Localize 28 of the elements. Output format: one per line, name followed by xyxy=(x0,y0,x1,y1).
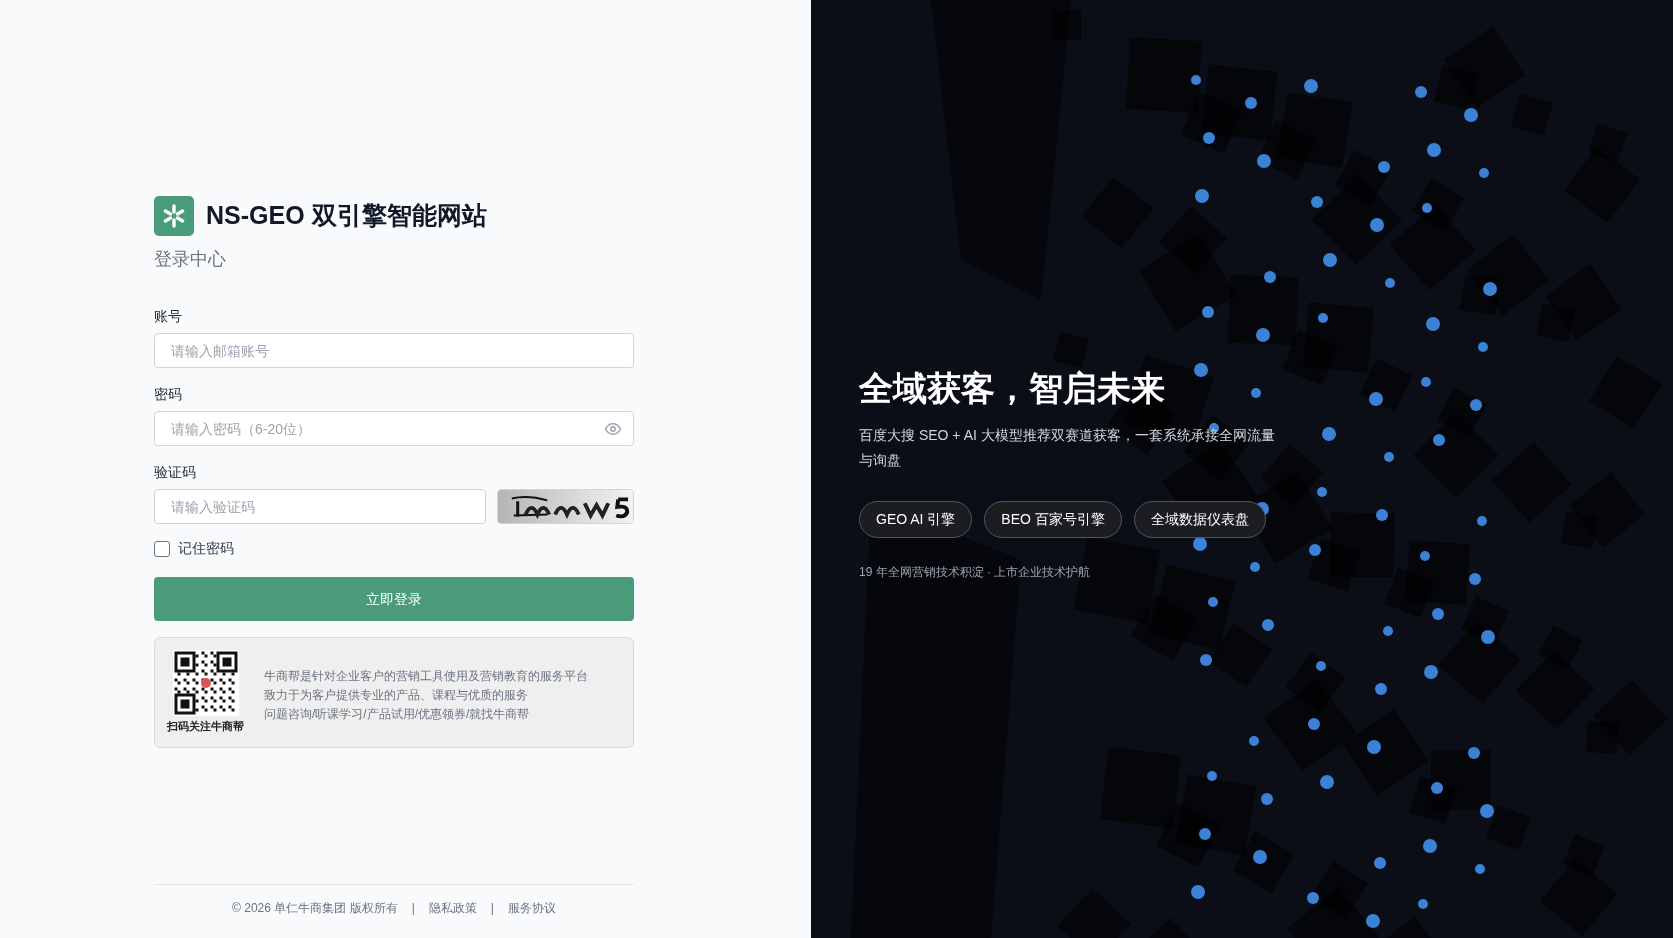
input-field[interactable]: 请输入邮箱账号 xyxy=(154,333,634,368)
qr-caption: 扫码关注牛商帮 xyxy=(167,719,244,734)
input-field[interactable]: 请输入密码（6-20位） xyxy=(154,411,634,446)
login-button[interactable]: 立即登录 xyxy=(154,577,634,621)
input-field[interactable]: 请输入验证码 xyxy=(154,489,486,524)
info-text: 致力于为客户提供专业的产品、课程与优质的服务 xyxy=(264,687,529,704)
app-title: NS-GEO 双引擎智能网站 xyxy=(206,200,487,232)
feature-pill: 全域数据仪表盘 xyxy=(1133,501,1266,538)
separator: | xyxy=(490,899,494,917)
page-subtitle: 登录中心 xyxy=(154,248,227,271)
info-text: 问题咨询/听课学习/产品试用/优惠领券/就找牛商帮 xyxy=(264,706,531,723)
separator: | xyxy=(411,899,415,917)
checkbox[interactable] xyxy=(154,540,170,557)
info-text: 牛商帮是针对企业客户的营销工具使用及营销教育的服务平台 xyxy=(264,668,588,685)
feature-pill: BEO 百家号引擎 xyxy=(984,501,1122,538)
field-label: 密码 xyxy=(154,385,183,403)
hero-description: 百度大搜 SEO + AI 大模型推荐双赛道获客，一套系统承接全网流量与询盘 xyxy=(859,426,1276,470)
hero-note: 19 年全网营销技术积淀 · 上市企业技术护航 xyxy=(859,564,1092,581)
privacy-link[interactable]: 隐私政策 xyxy=(428,898,477,917)
qr-code-icon xyxy=(172,650,239,716)
hero-headline: 全域获客，智启未来 xyxy=(859,368,1166,409)
field-label: 验证码 xyxy=(154,463,197,481)
checkbox-label: 记住密码 xyxy=(178,539,234,558)
terms-link[interactable]: 服务协议 xyxy=(507,898,556,917)
feature-pill: GEO AI 引擎 xyxy=(859,501,973,538)
field-label: 账号 xyxy=(154,307,183,325)
logo-icon xyxy=(154,196,194,236)
copyright-text: © 2026 单仁牛商集团 版权所有 xyxy=(232,899,398,917)
